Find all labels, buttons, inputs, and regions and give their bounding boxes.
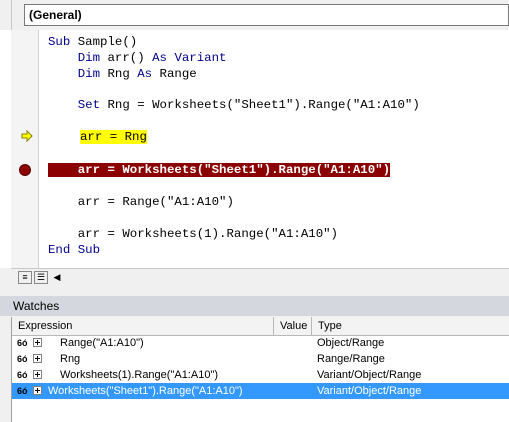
object-combobox[interactable]: (General)	[24, 4, 509, 26]
watch-row-icons: 6ó	[14, 351, 44, 367]
code-line[interactable]: Dim arr() As Variant	[48, 50, 227, 66]
keyword: End	[48, 243, 71, 257]
watches-title-bar: Watches	[0, 296, 509, 316]
watches-title: Watches	[13, 299, 60, 313]
watch-row-icons: 6ó	[14, 383, 44, 399]
expand-icon[interactable]	[33, 370, 42, 379]
watch-row-icons: 6ó	[14, 367, 44, 383]
column-header-value[interactable]: Value	[274, 317, 312, 335]
keyword: As	[137, 67, 153, 81]
code-text: arr = Worksheets(1).Range("A1:A10")	[77, 227, 338, 241]
code-text: Rng	[100, 67, 138, 81]
watch-row-selected[interactable]: 6ó Worksheets("Sheet1").Range("A1:A10") …	[12, 383, 509, 399]
current-execution-line[interactable]: arr = Rng	[80, 129, 147, 145]
full-module-view-icon[interactable]: ☰	[34, 271, 48, 284]
code-text: Range	[152, 67, 197, 81]
code-text: Rng = Worksheets("Sheet1").Range("A1:A10…	[100, 98, 420, 112]
breakpoint-line[interactable]: arr = Worksheets("Sheet1").Range("A1:A10…	[48, 162, 391, 178]
watch-expression: Range("A1:A10")	[60, 337, 144, 349]
watch-expression: Worksheets(1).Range("A1:A10")	[60, 369, 219, 381]
watch-type: Object/Range	[317, 337, 385, 349]
code-line[interactable]: End Sub	[48, 242, 100, 258]
code-text: arr = Worksheets("Sheet1").Range("A1:A10…	[77, 163, 391, 177]
execution-arrow-icon	[21, 130, 33, 142]
breakpoint-highlight: arr = Worksheets("Sheet1").Range("A1:A10…	[48, 163, 391, 177]
code-horizontal-scrollbar[interactable]: ≡ ☰ ◀	[11, 268, 509, 287]
code-line[interactable]: arr = Worksheets(1).Range("A1:A10")	[48, 226, 338, 242]
column-header-type[interactable]: Type	[312, 317, 509, 335]
keyword: Variant	[174, 51, 227, 65]
expand-icon[interactable]	[33, 354, 42, 363]
glasses-icon: 6ó	[17, 386, 28, 396]
object-combobox-value: (General)	[29, 8, 82, 22]
watch-row[interactable]: 6ó Worksheets(1).Range("A1:A10") Variant…	[12, 367, 509, 383]
breakpoint-icon[interactable]	[19, 164, 31, 176]
keyword: Set	[77, 98, 101, 112]
glasses-icon: 6ó	[17, 370, 28, 380]
margin-indicator-bar[interactable]	[11, 30, 39, 268]
watch-row[interactable]: 6ó Range("A1:A10") Object/Range	[12, 335, 509, 351]
keyword: Sub	[77, 243, 101, 257]
keyword: Sub	[48, 35, 71, 49]
keyword: Dim	[77, 51, 101, 65]
code-text: arr()	[100, 51, 153, 65]
watch-expression: Worksheets("Sheet1").Range("A1:A10")	[48, 385, 243, 397]
code-line[interactable]: Sub Sample()	[48, 34, 137, 50]
code-text: Sample()	[70, 35, 138, 49]
watch-row[interactable]: 6ó Rng Range/Range	[12, 351, 509, 367]
code-line[interactable]: Dim Rng As Range	[48, 66, 197, 82]
watches-grid[interactable]: Expression Value Type 6ó Range("A1:A10")…	[11, 317, 509, 422]
keyword: As	[152, 51, 167, 65]
watch-expression: Rng	[60, 353, 81, 365]
glasses-icon: 6ó	[17, 354, 28, 364]
code-line[interactable]: arr = Range("A1:A10")	[48, 194, 234, 210]
column-header-expression[interactable]: Expression	[12, 317, 274, 335]
watch-type: Variant/Object/Range	[317, 385, 422, 397]
code-text: arr = Range("A1:A10")	[77, 195, 234, 209]
expand-icon[interactable]	[33, 386, 42, 395]
code-text: arr = Rng	[80, 130, 147, 144]
procedure-view-icon[interactable]: ≡	[18, 271, 32, 284]
expand-icon[interactable]	[33, 338, 42, 347]
watch-type: Range/Range	[317, 353, 385, 365]
scroll-left-icon[interactable]: ◀	[50, 271, 64, 284]
watch-type: Variant/Object/Range	[317, 369, 422, 381]
watches-header: Expression Value Type	[12, 317, 509, 336]
watch-row-icons: 6ó	[14, 335, 44, 351]
glasses-icon: 6ó	[17, 338, 28, 348]
code-line[interactable]: Set Rng = Worksheets("Sheet1").Range("A1…	[48, 97, 420, 113]
keyword: Dim	[77, 67, 101, 81]
